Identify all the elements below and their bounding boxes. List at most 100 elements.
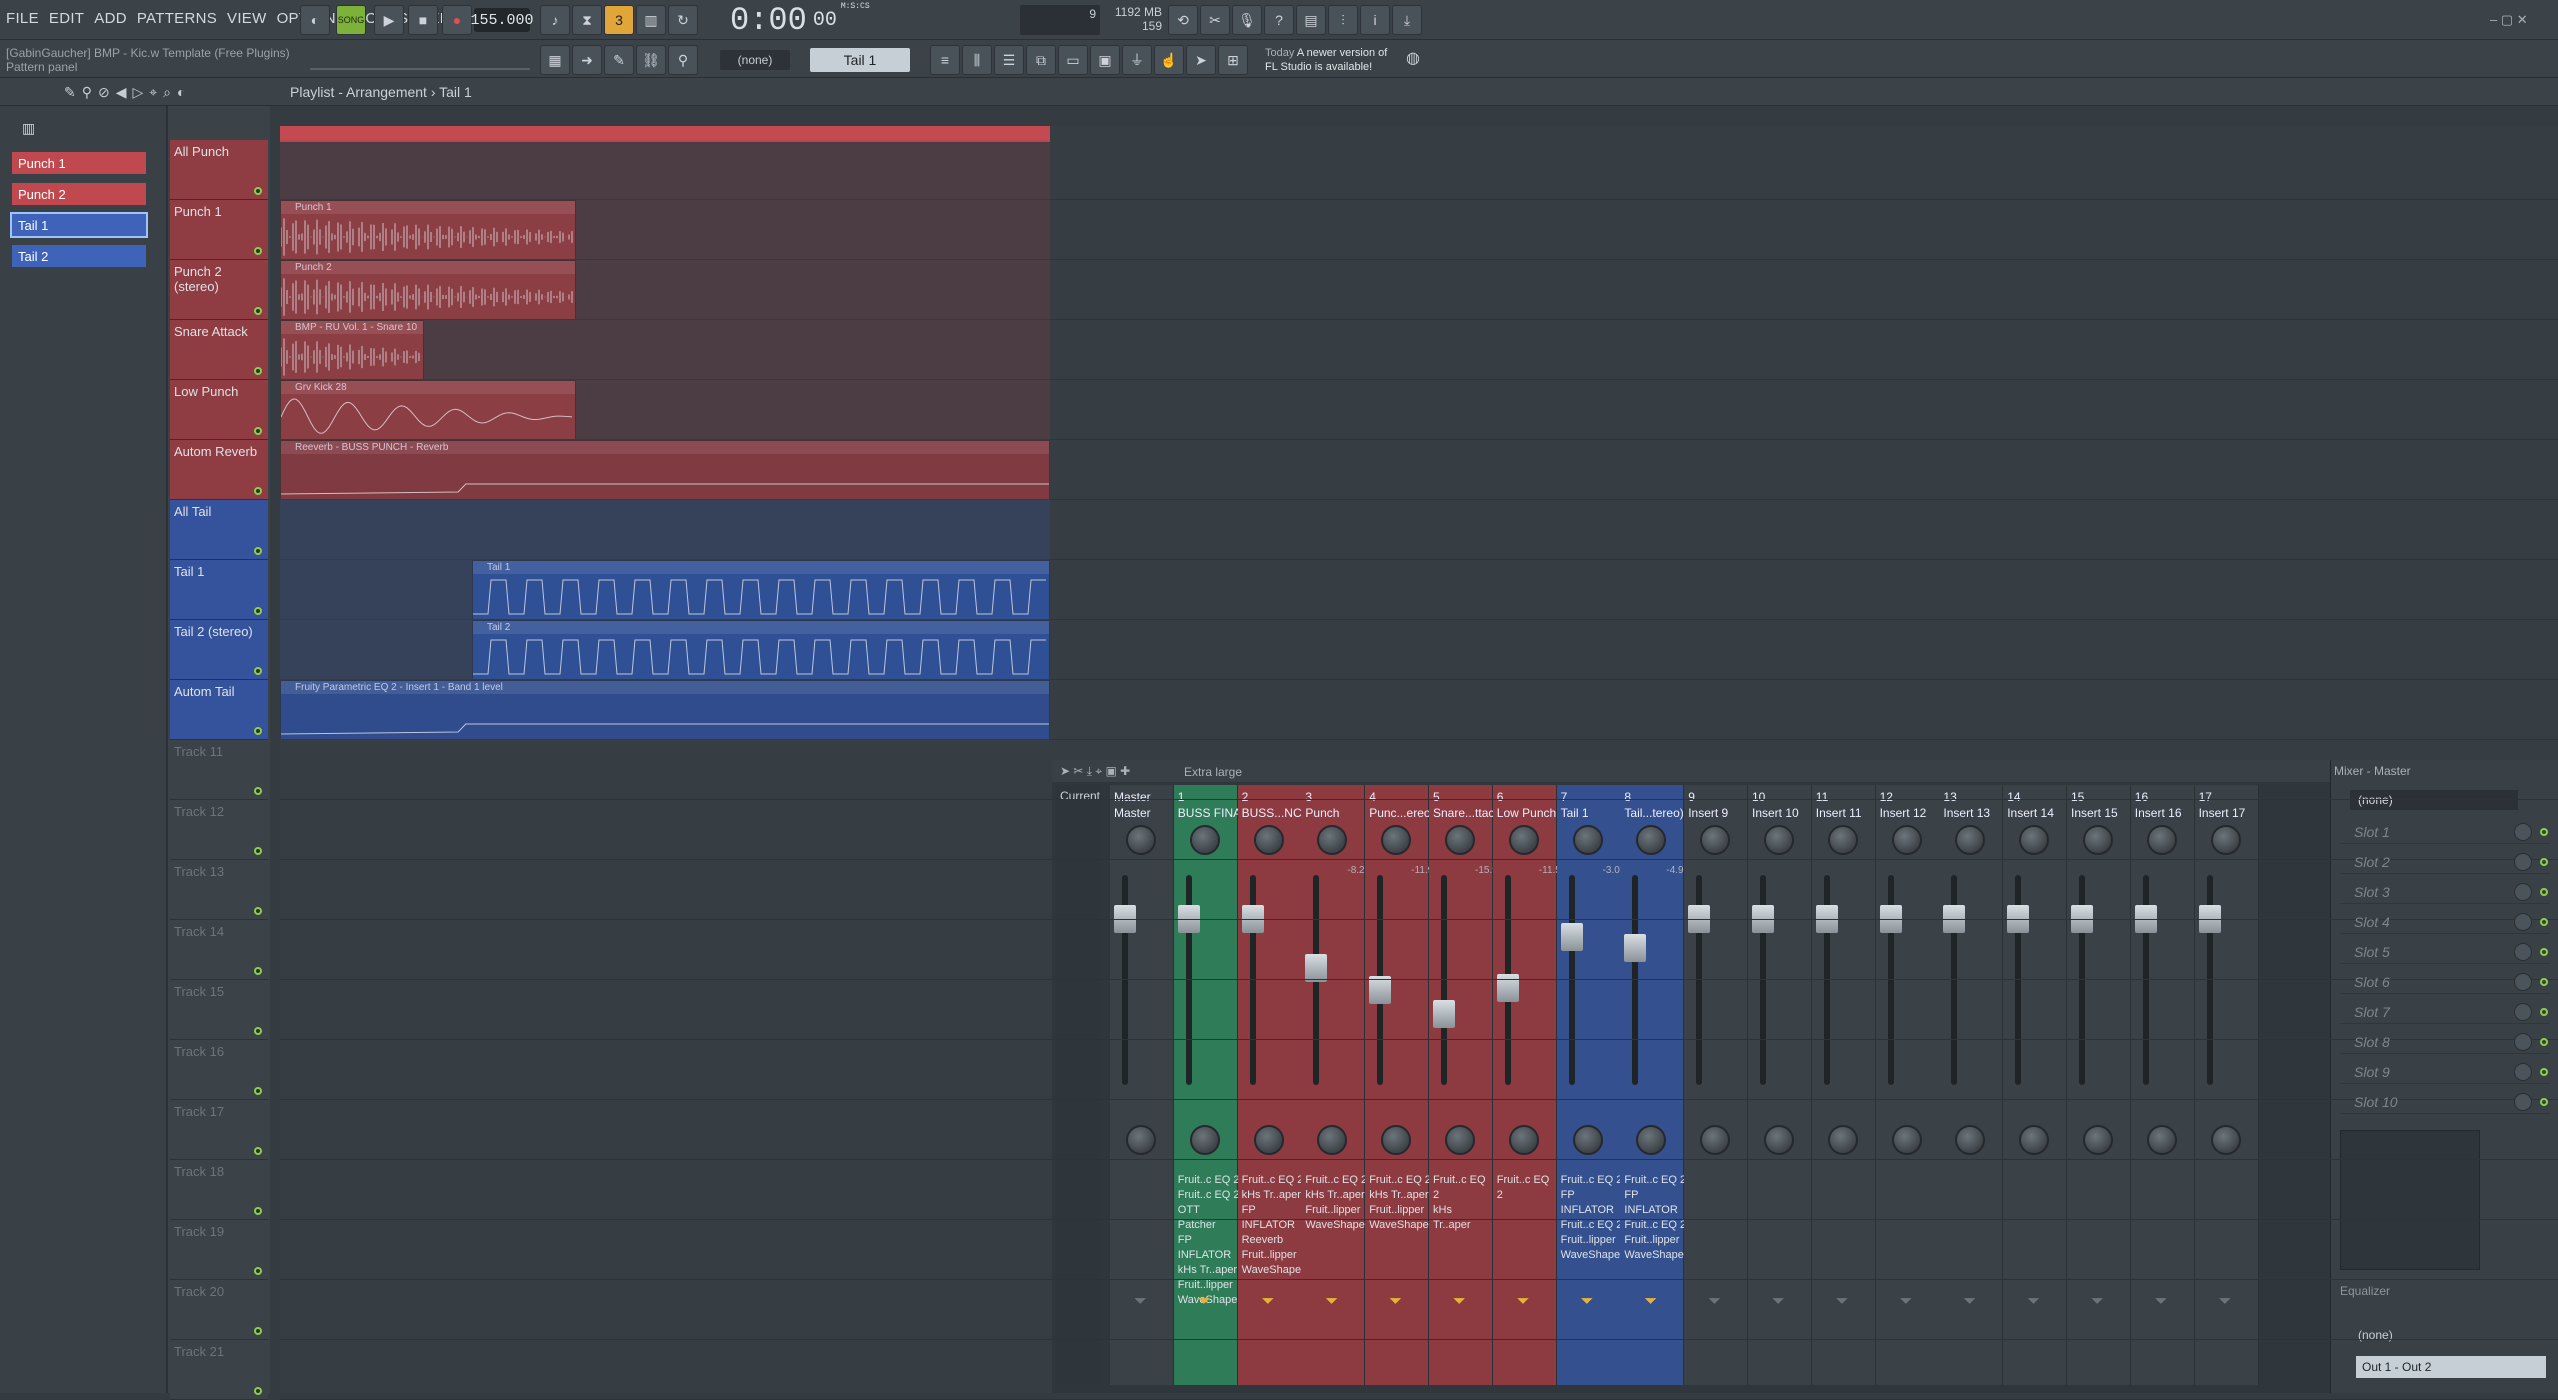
slot-enable-icon[interactable] <box>2540 1037 2548 1046</box>
track-lane[interactable] <box>280 740 2558 800</box>
track-enable-icon[interactable] <box>254 1327 262 1335</box>
track-enable-icon[interactable] <box>254 1267 262 1275</box>
effect-slot[interactable]: Slot 3 <box>2340 880 2550 904</box>
undo-icon[interactable]: ⟲ <box>1168 5 1198 35</box>
slot-enable-icon[interactable] <box>2540 917 2548 926</box>
slot-mix-knob[interactable] <box>2514 912 2532 931</box>
track-lane[interactable] <box>280 1220 2558 1280</box>
loop-record-icon[interactable]: ↻ <box>668 5 698 35</box>
brush-icon[interactable]: ✎ <box>604 45 634 75</box>
master-volume-slider[interactable] <box>310 50 530 70</box>
track-header[interactable]: Track 14 <box>170 920 268 980</box>
effect-slot[interactable]: Slot 9 <box>2340 1060 2550 1084</box>
slot-mix-knob[interactable] <box>2514 882 2532 901</box>
plugin-icon[interactable]: ⧉ <box>1026 45 1056 75</box>
track-enable-icon[interactable] <box>254 1207 262 1215</box>
pattern-item[interactable]: Punch 2 <box>12 183 146 205</box>
project-icon[interactable]: ▣ <box>1090 45 1120 75</box>
track-header[interactable]: Low Punch <box>170 380 268 440</box>
menu-item-file[interactable]: FILE <box>6 10 39 27</box>
slot-mix-knob[interactable] <box>2514 1032 2532 1051</box>
track-lane[interactable] <box>280 1280 2558 1340</box>
track-enable-icon[interactable] <box>254 427 262 435</box>
track-lane[interactable] <box>280 1040 2558 1100</box>
track-enable-icon[interactable] <box>254 1027 262 1035</box>
effect-slot[interactable]: Slot 2 <box>2340 850 2550 874</box>
cut-icon[interactable]: ✂ <box>1200 5 1230 35</box>
slot-enable-icon[interactable] <box>2540 1067 2548 1076</box>
step-edit-icon[interactable]: ▥ <box>636 5 666 35</box>
track-header[interactable]: Track 16 <box>170 1040 268 1100</box>
snap-select[interactable]: (none) <box>720 50 790 70</box>
pattern-item[interactable]: Punch 1 <box>12 152 146 174</box>
globe-icon[interactable]: ◍ <box>1406 48 1420 68</box>
track-header[interactable]: Track 20 <box>170 1280 268 1340</box>
playlist-tools-icon[interactable]: ✎⚲⊘◀▷⌖⌕◐ <box>64 84 191 101</box>
effect-slot[interactable]: Slot 7 <box>2340 1000 2550 1024</box>
track-enable-icon[interactable] <box>254 667 262 675</box>
track-enable-icon[interactable] <box>254 487 262 495</box>
track-enable-icon[interactable] <box>254 1387 262 1395</box>
slot-enable-icon[interactable] <box>2540 827 2548 836</box>
track-lane[interactable] <box>280 800 2558 860</box>
song-mode-button[interactable]: SONG <box>336 5 366 35</box>
slot-enable-icon[interactable] <box>2540 947 2548 956</box>
track-header[interactable]: Track 13 <box>170 860 268 920</box>
effect-slot[interactable]: Slot 10 <box>2340 1090 2550 1114</box>
slot-mix-knob[interactable] <box>2514 1002 2532 1021</box>
slot-mix-knob[interactable] <box>2514 1062 2532 1081</box>
pattern-selector[interactable]: Tail 1 <box>810 48 910 72</box>
wait-for-input-icon[interactable]: ⧗ <box>572 5 602 35</box>
slot-mix-knob[interactable] <box>2514 822 2532 841</box>
help-icon[interactable]: ? <box>1264 5 1294 35</box>
track-enable-icon[interactable] <box>254 967 262 975</box>
track-header[interactable]: Punch 1 <box>170 200 268 260</box>
track-header[interactable]: Tail 2 (stereo) <box>170 620 268 680</box>
browser-icon[interactable]: ☰ <box>994 45 1024 75</box>
track-enable-icon[interactable] <box>254 1087 262 1095</box>
pattern-item[interactable]: Tail 2 <box>12 245 146 267</box>
slot-enable-icon[interactable] <box>2540 1097 2548 1106</box>
track-enable-icon[interactable] <box>254 547 262 555</box>
track-enable-icon[interactable] <box>254 1147 262 1155</box>
slot-mix-knob[interactable] <box>2514 942 2532 961</box>
playlist-icon[interactable]: ▭ <box>1058 45 1088 75</box>
track-enable-icon[interactable] <box>254 847 262 855</box>
track-enable-icon[interactable] <box>254 787 262 795</box>
plug-icon[interactable]: ⏚ <box>1122 45 1152 75</box>
track-header[interactable]: Track 21 <box>170 1340 268 1400</box>
touch-icon[interactable]: ☝ <box>1154 45 1184 75</box>
slot-mix-knob[interactable] <box>2514 1092 2532 1111</box>
play-icon[interactable]: ▶ <box>374 5 404 35</box>
stop-icon[interactable]: ■ <box>408 5 438 35</box>
track-lane[interactable] <box>280 1100 2558 1160</box>
track-enable-icon[interactable] <box>254 307 262 315</box>
track-header[interactable]: Track 11 <box>170 740 268 800</box>
arrow-icon[interactable]: ➜ <box>572 45 602 75</box>
slot-enable-icon[interactable] <box>2540 1007 2548 1016</box>
track-header[interactable]: Autom Reverb <box>170 440 268 500</box>
track-header[interactable]: Track 17 <box>170 1100 268 1160</box>
slot-mix-knob[interactable] <box>2514 852 2532 871</box>
track-enable-icon[interactable] <box>254 187 262 195</box>
download-icon[interactable]: ⤓ <box>1392 5 1422 35</box>
news-panel[interactable]: Today A newer version of FL Studio is ava… <box>1265 46 1387 74</box>
countdown-icon[interactable]: 3 <box>604 5 634 35</box>
info-icon[interactable]: i <box>1360 5 1390 35</box>
mic-icon[interactable]: 🎙 <box>1232 5 1262 35</box>
track-header[interactable]: All Punch <box>170 140 268 200</box>
record-icon[interactable]: ● <box>442 5 472 35</box>
tag-icon[interactable]: ➤ <box>1186 45 1216 75</box>
track-header[interactable]: Track 15 <box>170 980 268 1040</box>
stamp-icon[interactable]: ⚲ <box>668 45 698 75</box>
track-enable-icon[interactable] <box>254 727 262 735</box>
track-header[interactable]: Tail 1 <box>170 560 268 620</box>
pattern-song-toggle-icon[interactable]: ◐ <box>300 5 330 35</box>
slot-enable-icon[interactable] <box>2540 887 2548 896</box>
slot-mix-knob[interactable] <box>2514 972 2532 991</box>
track-lane[interactable] <box>280 860 2558 920</box>
track-lane[interactable] <box>280 1340 2558 1400</box>
channel-rack-icon[interactable]: ≡ <box>930 45 960 75</box>
track-enable-icon[interactable] <box>254 907 262 915</box>
track-lane[interactable] <box>280 980 2558 1040</box>
